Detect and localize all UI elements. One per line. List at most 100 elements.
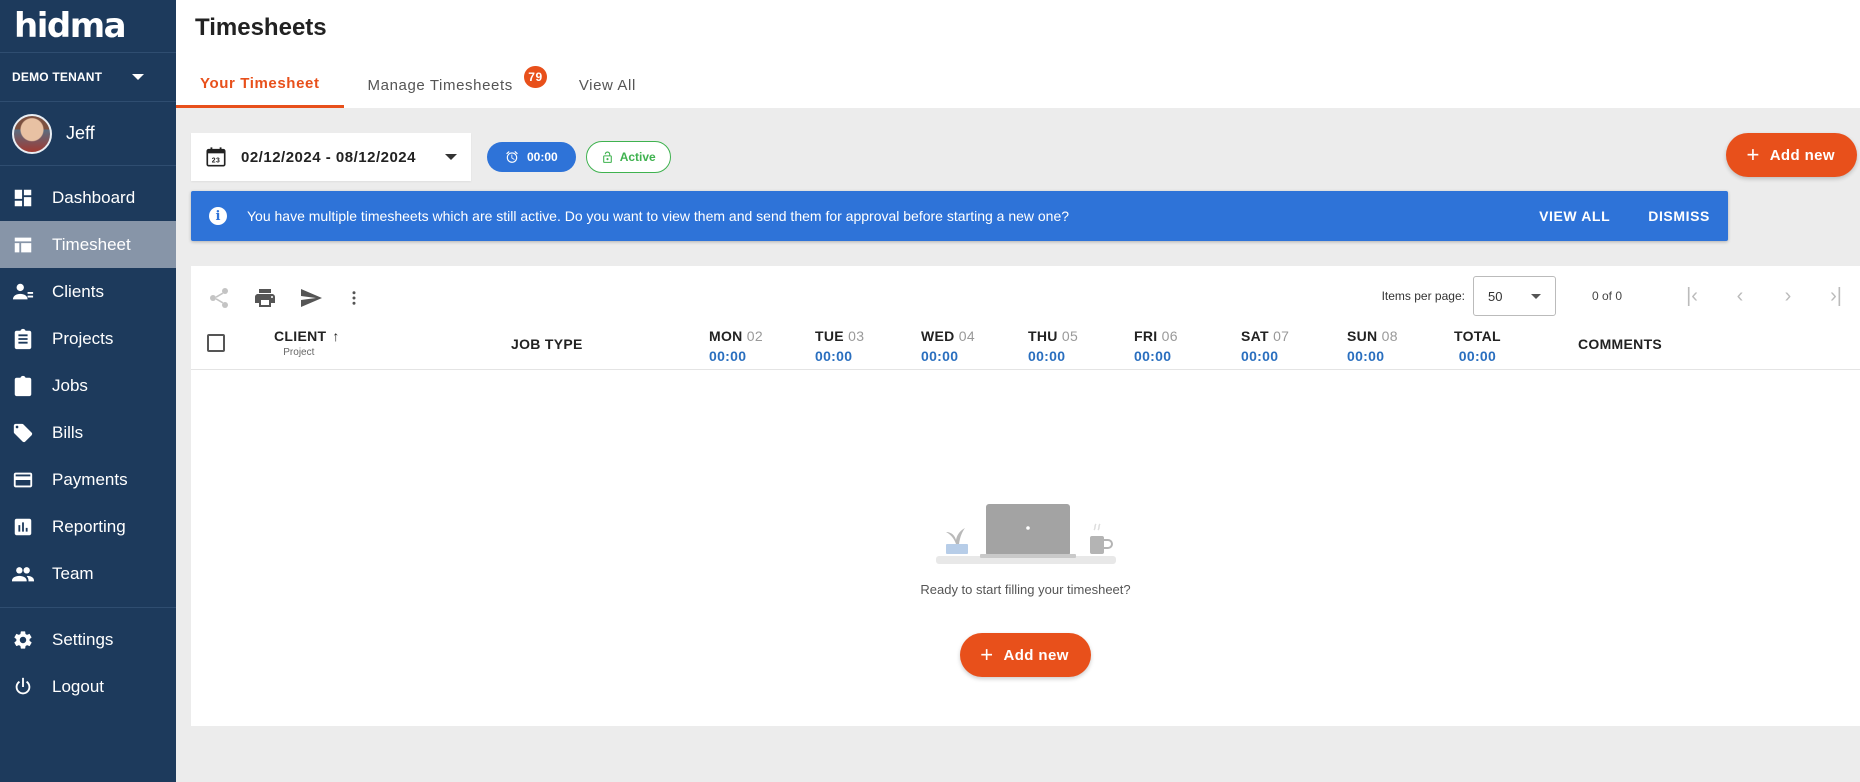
timesheet-toolbar: 23 02/12/2024 - 08/12/2024 00:00 Active	[191, 133, 671, 181]
team-icon	[12, 566, 34, 581]
alarm-clock-icon	[506, 151, 518, 163]
sidebar: hidma DEMO TENANT Jeff Dashboard Timeshe…	[0, 0, 176, 782]
day-date: 06	[1161, 328, 1178, 344]
sidebar-item-label: Clients	[52, 281, 104, 301]
main-content: Timesheets Your Timesheet Manage Timeshe…	[176, 0, 1860, 782]
plus-icon: +	[1746, 142, 1760, 167]
nav-divider	[0, 607, 176, 608]
table-header: CLIENT ↑ Project JOB TYPE MON 02 00:00 TU…	[191, 318, 1860, 370]
total-value: 00:00	[1458, 348, 1497, 364]
day-name: SUN	[1347, 328, 1378, 344]
sidebar-item-settings[interactable]: Settings	[0, 616, 176, 663]
sidebar-item-projects[interactable]: Projects	[0, 315, 176, 362]
column-fri: FRI 06 00:00	[1134, 328, 1178, 364]
column-total: TOTAL 00:00	[1454, 328, 1501, 364]
day-name: TUE	[815, 328, 844, 344]
day-date: 05	[1061, 328, 1079, 344]
sidebar-item-label: Dashboard	[52, 187, 136, 207]
laptop-desk-illustration	[935, 504, 1116, 564]
status-label: Active	[619, 150, 656, 164]
banner-message: You have multiple timesheets which are s…	[247, 208, 1070, 224]
add-new-empty-button[interactable]: + Add new	[960, 633, 1091, 677]
sidebar-item-label: Logout	[52, 676, 104, 696]
dismiss-button[interactable]: DISMISS	[1648, 208, 1710, 224]
status-badge[interactable]: Active	[585, 141, 671, 173]
sidebar-item-reporting[interactable]: Reporting	[0, 503, 176, 550]
sidebar-item-label: Team	[52, 563, 94, 583]
day-total: 00:00	[815, 348, 853, 364]
paginator: Items per page: 50 0 of 0 |‹ ‹ › ›|	[1382, 276, 1860, 316]
prev-page-icon[interactable]: ‹	[1716, 285, 1764, 308]
sidebar-item-label: Reporting	[52, 516, 126, 536]
day-date: 04	[958, 328, 975, 344]
sidebar-item-timesheet[interactable]: Timesheet	[0, 221, 176, 268]
print-icon[interactable]	[253, 286, 277, 310]
day-total: 00:00	[1134, 348, 1172, 364]
tab-your-timesheet[interactable]: Your Timesheet	[176, 62, 344, 108]
send-icon[interactable]	[299, 286, 323, 310]
main-nav: Dashboard Timesheet Clients Projects Job…	[0, 166, 176, 710]
column-client[interactable]: CLIENT ↑ Project	[274, 328, 340, 358]
jobs-icon	[14, 375, 32, 396]
add-new-label: Add new	[1769, 146, 1835, 164]
count-badge: 79	[524, 66, 547, 88]
items-per-page-select[interactable]: 50	[1472, 276, 1556, 316]
sidebar-item-label: Settings	[52, 629, 114, 649]
first-page-icon[interactable]: |‹	[1668, 285, 1716, 308]
sidebar-item-label: Projects	[52, 328, 114, 348]
select-all-checkbox[interactable]	[207, 334, 225, 352]
timer-button[interactable]: 00:00	[487, 142, 576, 172]
top-bar: Timesheets Your Timesheet Manage Timeshe…	[176, 0, 1860, 108]
timesheet-card: Items per page: 50 0 of 0 |‹ ‹ › ›| CLIE…	[191, 266, 1860, 726]
sidebar-item-dashboard[interactable]: Dashboard	[0, 174, 176, 221]
lock-open-icon	[602, 151, 612, 163]
chevron-down-icon	[1530, 293, 1541, 299]
tab-label: Manage Timesheets	[367, 76, 513, 94]
column-label: CLIENT	[274, 328, 327, 344]
bills-icon	[13, 423, 33, 442]
column-sun: SUN 08 00:00	[1347, 328, 1398, 364]
clients-icon	[12, 283, 34, 299]
calendar-icon: 23	[206, 147, 226, 167]
sidebar-item-logout[interactable]: Logout	[0, 663, 176, 710]
column-sat: SAT 07 00:00	[1241, 328, 1289, 364]
view-all-button[interactable]: VIEW ALL	[1539, 208, 1610, 224]
day-name: MON	[709, 328, 743, 344]
sidebar-item-payments[interactable]: Payments	[0, 456, 176, 503]
tab-manage-timesheets[interactable]: Manage Timesheets 79	[344, 62, 555, 108]
column-tue: TUE 03 00:00	[815, 328, 864, 364]
day-name: WED	[921, 328, 955, 344]
app-logo[interactable]: hidma	[0, 0, 176, 52]
column-wed: WED 04 00:00	[921, 328, 975, 364]
avatar	[12, 113, 52, 154]
tenant-selector[interactable]: DEMO TENANT	[0, 52, 176, 102]
column-mon: MON 02 00:00	[709, 328, 763, 364]
add-new-label: Add new	[1003, 646, 1069, 664]
sidebar-item-clients[interactable]: Clients	[0, 268, 176, 315]
sidebar-item-label: Jobs	[52, 375, 88, 395]
share-icon[interactable]	[207, 286, 231, 310]
tab-view-all[interactable]: View All	[555, 62, 660, 108]
sidebar-item-jobs[interactable]: Jobs	[0, 362, 176, 409]
info-icon: i	[209, 207, 227, 225]
plus-icon: +	[980, 642, 994, 667]
user-name: Jeff	[66, 123, 95, 143]
user-profile[interactable]: Jeff	[0, 102, 176, 166]
sidebar-item-team[interactable]: Team	[0, 550, 176, 597]
add-new-button[interactable]: + Add new	[1726, 133, 1857, 177]
calendar-day: 23	[212, 158, 221, 165]
day-date: 07	[1273, 328, 1290, 344]
day-name: SAT	[1241, 328, 1269, 344]
date-range-picker[interactable]: 23 02/12/2024 - 08/12/2024	[191, 133, 471, 181]
day-total: 00:00	[921, 348, 959, 364]
power-icon	[15, 677, 31, 694]
more-vertical-icon[interactable]	[345, 286, 363, 310]
last-page-icon[interactable]: ›|	[1812, 285, 1860, 308]
day-total: 00:00	[709, 348, 747, 364]
empty-state-message: Ready to start filling your timesheet?	[920, 582, 1131, 597]
day-name: FRI	[1134, 328, 1158, 344]
sidebar-item-label: Payments	[52, 469, 128, 489]
sidebar-item-bills[interactable]: Bills	[0, 409, 176, 456]
day-date: 08	[1381, 328, 1398, 344]
next-page-icon[interactable]: ›	[1764, 285, 1812, 308]
